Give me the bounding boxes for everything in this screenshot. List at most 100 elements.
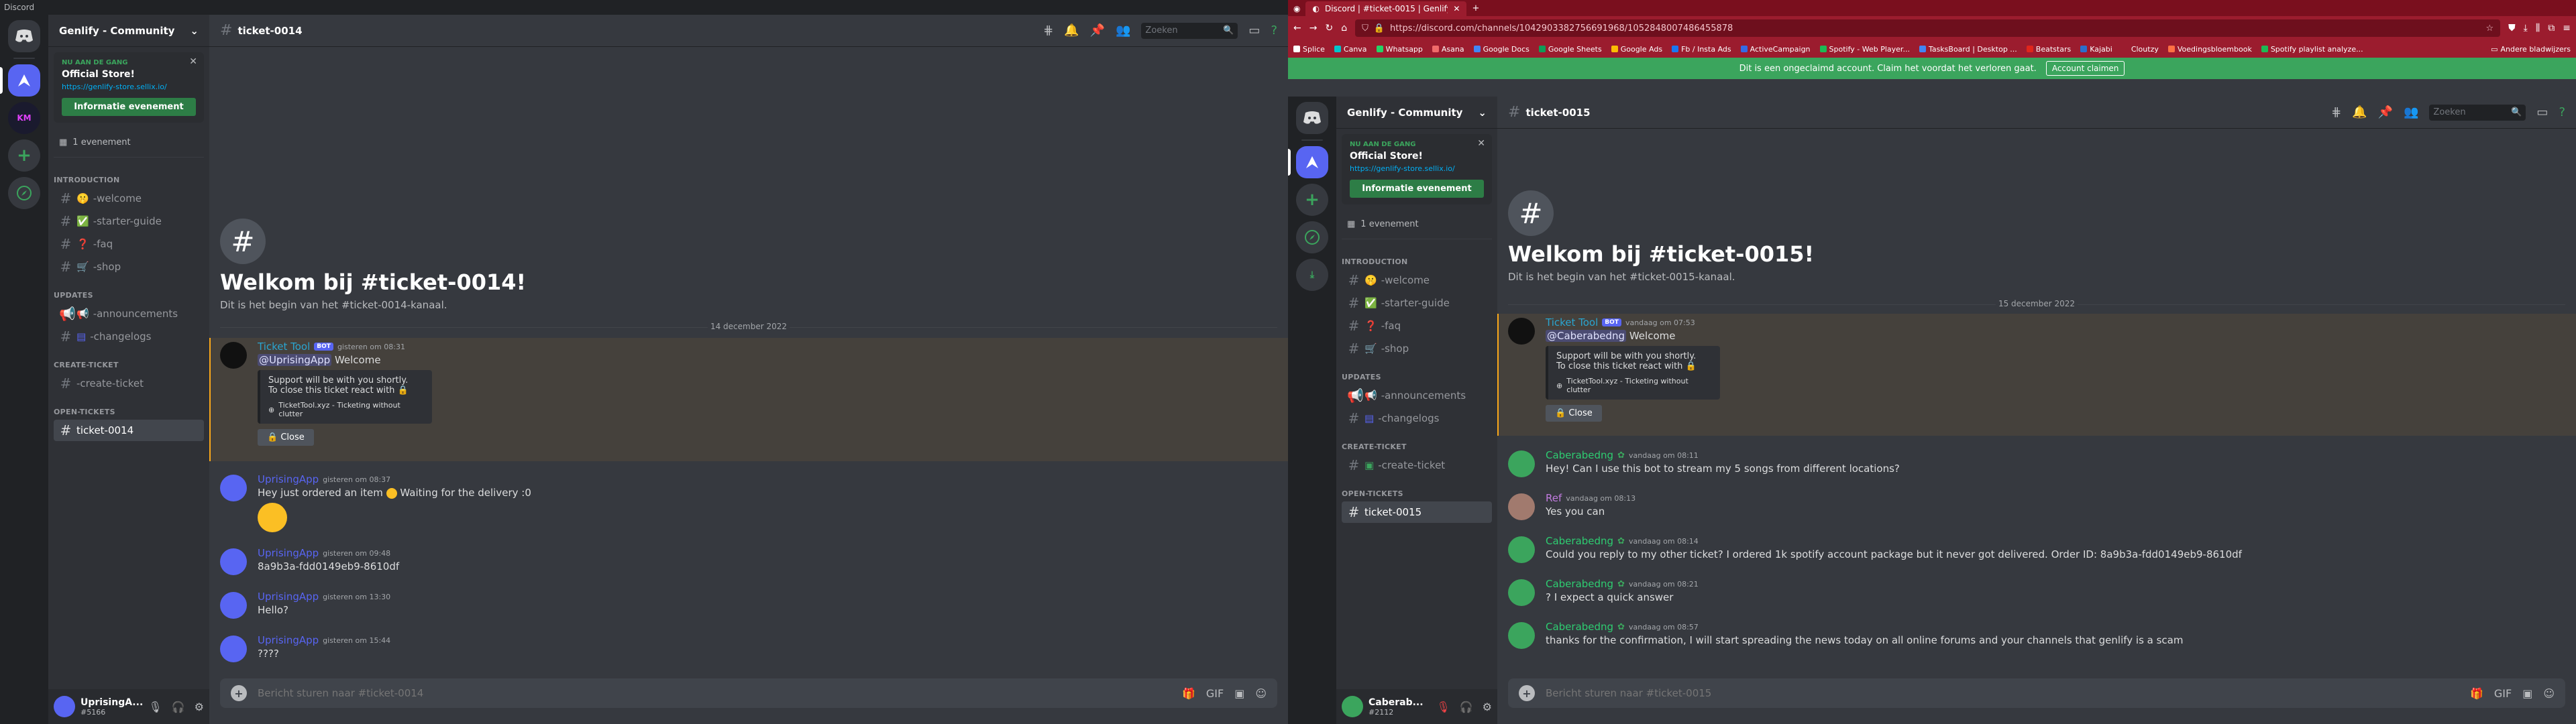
- category-introduction[interactable]: INTRODUCTION: [1336, 255, 1497, 269]
- channel-welcome[interactable]: # 🤫 -welcome: [54, 188, 204, 209]
- channel-announcements[interactable]: 📢 📢 -announcements: [54, 303, 204, 324]
- new-tab-icon[interactable]: +: [1472, 1, 1479, 16]
- avatar[interactable]: [54, 696, 75, 717]
- microphone-icon[interactable]: 🎙: [148, 701, 162, 713]
- help-icon[interactable]: ?: [1271, 23, 1277, 38]
- sticker-icon[interactable]: ▣: [2522, 687, 2532, 700]
- inbox-icon[interactable]: ▭: [2536, 105, 2548, 119]
- channel-faq[interactable]: # ❓ -faq: [1342, 315, 1492, 337]
- bookmark[interactable]: Spotify playlist analyze...: [2261, 45, 2363, 54]
- gif-icon[interactable]: GIF: [1206, 687, 1224, 700]
- bookmark[interactable]: Google Docs: [1473, 45, 1529, 54]
- emoji-picker-icon[interactable]: ☺: [1255, 687, 1267, 700]
- bookmark[interactable]: Whatsapp: [1376, 45, 1423, 54]
- explore-servers-icon[interactable]: [8, 177, 40, 209]
- bookmark[interactable]: Canva: [1334, 45, 1367, 54]
- star-icon[interactable]: ☆: [2485, 23, 2493, 34]
- explore-servers-icon[interactable]: [1296, 221, 1328, 253]
- search-input[interactable]: Zoeken 🔍: [2429, 104, 2526, 121]
- event-link[interactable]: https://genlify-store.sellix.io/: [1350, 164, 1484, 173]
- channel-welcome[interactable]: # 🤫 -welcome: [1342, 269, 1492, 291]
- add-attachment-icon[interactable]: +: [231, 685, 247, 701]
- bookmark[interactable]: Fb / Insta Ads: [1672, 45, 1731, 54]
- author-name[interactable]: Ticket Tool: [258, 341, 310, 353]
- download-icon[interactable]: ⤓: [2524, 23, 2528, 34]
- genlify-server-icon[interactable]: [0, 64, 40, 97]
- threads-icon[interactable]: ⋕: [1043, 23, 1053, 38]
- bookmark[interactable]: TasksBoard | Desktop ...: [1919, 45, 2017, 54]
- browser-tab[interactable]: ◐ Discord | #ticket-0015 | Genlify... ✕: [1305, 1, 1467, 16]
- inbox-icon[interactable]: ▭: [1248, 23, 1260, 38]
- search-input[interactable]: Zoeken 🔍: [1141, 22, 1238, 39]
- threads-icon[interactable]: ⋕: [2331, 105, 2341, 119]
- close-icon[interactable]: ✕: [189, 56, 197, 67]
- reload-icon[interactable]: ↻: [1325, 23, 1333, 34]
- bookmark[interactable]: Kajabi: [2080, 45, 2112, 54]
- other-server-icon[interactable]: KM: [8, 102, 40, 134]
- channel-create-ticket[interactable]: # ▣ -create-ticket: [1342, 455, 1492, 476]
- channel-starter-guide[interactable]: # ✅ -starter-guide: [54, 210, 204, 232]
- gift-icon[interactable]: 🎁: [2470, 687, 2483, 700]
- other-bookmarks[interactable]: ▭ Andere bladwijzers: [2491, 45, 2571, 54]
- channel-changelogs[interactable]: # ▤ -changelogs: [1342, 408, 1492, 429]
- close-ticket-button[interactable]: 🔒 Close: [1546, 405, 1602, 422]
- library-icon[interactable]: ⫼: [2536, 23, 2540, 34]
- channel-announcements[interactable]: 📢 📢 -announcements: [1342, 385, 1492, 406]
- headphones-icon[interactable]: 🎧: [1460, 701, 1473, 713]
- author-name[interactable]: UprisingApp: [258, 547, 319, 559]
- avatar[interactable]: [1508, 493, 1535, 520]
- members-icon[interactable]: 👥: [1116, 23, 1130, 38]
- avatar[interactable]: [220, 475, 247, 501]
- message-input[interactable]: [258, 687, 1171, 699]
- category-create-ticket[interactable]: CREATE-TICKET: [1336, 440, 1497, 454]
- pin-icon[interactable]: 📌: [2378, 105, 2393, 119]
- gift-icon[interactable]: 🎁: [1182, 687, 1195, 700]
- menu-icon[interactable]: ≡: [2563, 23, 2571, 34]
- avatar[interactable]: [220, 342, 247, 369]
- bookmark[interactable]: Spotify - Web Player...: [1819, 45, 1910, 54]
- category-create-ticket[interactable]: CREATE-TICKET: [48, 359, 209, 372]
- bookmark[interactable]: ActiveCampaign: [1740, 45, 1811, 54]
- channel-create-ticket[interactable]: # -create-ticket: [54, 373, 204, 394]
- author-name[interactable]: Ref: [1546, 492, 1562, 504]
- extension-icon[interactable]: ⧉: [2548, 23, 2555, 34]
- category-updates[interactable]: UPDATES: [48, 289, 209, 302]
- channel-changelogs[interactable]: # ▤ -changelogs: [54, 326, 204, 347]
- bell-icon[interactable]: 🔔: [2352, 105, 2367, 119]
- pin-icon[interactable]: 📌: [1090, 23, 1105, 38]
- category-open-tickets[interactable]: OPEN-TICKETS: [1336, 487, 1497, 501]
- firefox-view-icon[interactable]: ◉: [1293, 1, 1300, 16]
- forward-icon[interactable]: →: [1309, 23, 1318, 34]
- help-icon[interactable]: ?: [2559, 105, 2565, 119]
- user-mention[interactable]: @UprisingApp: [258, 354, 332, 366]
- author-name[interactable]: Caberabedng: [1546, 621, 1613, 633]
- bookmark[interactable]: Beatstars: [2026, 45, 2071, 54]
- user-mention[interactable]: @Caberabedng: [1546, 330, 1627, 342]
- avatar[interactable]: [220, 592, 247, 619]
- download-apps-icon[interactable]: ⤓: [1296, 259, 1328, 291]
- microphone-muted-icon[interactable]: 🎙: [1436, 701, 1450, 713]
- author-name[interactable]: UprisingApp: [258, 591, 319, 603]
- add-attachment-icon[interactable]: +: [1519, 685, 1535, 701]
- bookmark[interactable]: Google Ads: [1611, 45, 1662, 54]
- author-name[interactable]: UprisingApp: [258, 634, 319, 646]
- bookmark[interactable]: Voedingsbloembook: [2167, 45, 2252, 54]
- claim-account-button[interactable]: Account claimen: [2045, 61, 2125, 76]
- event-link[interactable]: https://genlify-store.sellix.io/: [62, 82, 196, 91]
- avatar[interactable]: [220, 548, 247, 575]
- channel-ticket-active[interactable]: # ticket-0014: [54, 420, 204, 441]
- category-introduction[interactable]: INTRODUCTION: [48, 174, 209, 187]
- server-header[interactable]: Genlify - Community ⌄: [48, 15, 209, 47]
- author-name[interactable]: Ticket Tool: [1546, 316, 1598, 328]
- author-name[interactable]: Caberabedng: [1546, 535, 1613, 547]
- event-count[interactable]: ▦ 1 evenement: [54, 133, 204, 158]
- back-icon[interactable]: ←: [1293, 23, 1301, 34]
- channel-faq[interactable]: # ❓ -faq: [54, 233, 204, 255]
- bookmark[interactable]: Cloutzy: [2121, 45, 2159, 54]
- avatar[interactable]: [1508, 450, 1535, 477]
- emoji-picker-icon[interactable]: ☺: [2543, 687, 2555, 700]
- channel-ticket-active[interactable]: # ticket-0015: [1342, 501, 1492, 523]
- channel-shop[interactable]: # 🛒 -shop: [54, 256, 204, 278]
- message-input[interactable]: [1546, 687, 2459, 699]
- avatar[interactable]: [1342, 696, 1363, 717]
